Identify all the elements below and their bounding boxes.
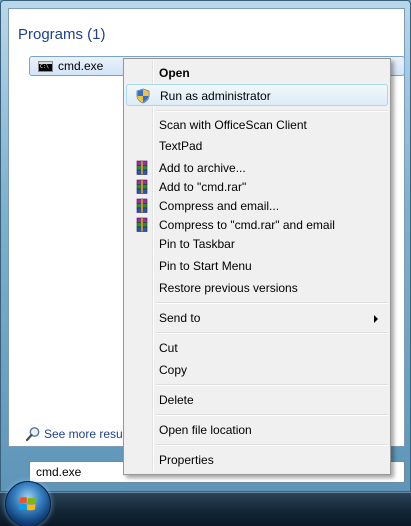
start-button[interactable] — [5, 481, 51, 526]
winrar-icon — [134, 198, 150, 214]
search-input-value: cmd.exe — [36, 465, 82, 479]
see-more-results-link[interactable]: See more results — [25, 425, 135, 443]
uac-shield-icon — [135, 88, 151, 104]
menu-item-open[interactable]: Open — [126, 62, 388, 84]
menu-item-open-file-location[interactable]: Open file location — [126, 419, 388, 441]
menu-item-label: Add to archive... — [159, 161, 246, 175]
menu-item-label: Properties — [159, 453, 214, 467]
windows-orb-icon — [19, 497, 36, 511]
winrar-icon — [134, 179, 150, 195]
menu-item-label: Compress to "cmd.rar" and email — [159, 218, 335, 232]
menu-item-label: Scan with OfficeScan Client — [159, 118, 307, 132]
menu-item-label: Delete — [159, 393, 194, 407]
context-menu: Open Run as administrator Scan with Offi… — [123, 58, 391, 475]
magnifier-icon — [25, 426, 41, 442]
menu-item-pin-to-taskbar[interactable]: Pin to Taskbar — [126, 233, 388, 255]
menu-separator — [156, 444, 388, 446]
menu-item-scan-officescan[interactable]: Scan with OfficeScan Client — [126, 114, 388, 136]
menu-item-label: Run as administrator — [160, 89, 271, 103]
menu-item-cut[interactable]: Cut — [126, 337, 388, 359]
menu-item-label: Open — [159, 66, 190, 80]
menu-item-label: Open file location — [159, 423, 252, 437]
menu-item-label: Cut — [159, 341, 178, 355]
submenu-arrow-icon — [374, 315, 378, 323]
menu-item-label: Send to — [159, 311, 201, 325]
menu-item-textpad[interactable]: TextPad — [126, 135, 388, 157]
result-item-label: cmd.exe — [58, 59, 104, 73]
menu-item-send-to[interactable]: Send to — [126, 307, 388, 329]
taskbar — [0, 492, 411, 526]
menu-separator — [156, 384, 388, 386]
menu-item-label: Pin to Start Menu — [159, 259, 252, 273]
menu-item-label: Add to "cmd.rar" — [159, 180, 247, 194]
menu-item-label: Pin to Taskbar — [159, 237, 235, 251]
menu-item-label: TextPad — [159, 139, 203, 153]
menu-item-run-as-administrator[interactable]: Run as administrator — [126, 84, 388, 106]
menu-item-properties[interactable]: Properties — [126, 449, 388, 471]
winrar-icon — [134, 217, 150, 233]
winrar-icon — [134, 160, 150, 176]
menu-separator — [156, 414, 388, 416]
menu-separator — [156, 332, 388, 334]
menu-separator — [156, 110, 388, 112]
menu-item-copy[interactable]: Copy — [126, 359, 388, 381]
menu-item-delete[interactable]: Delete — [126, 389, 388, 411]
cmd-icon — [38, 61, 53, 72]
menu-item-restore-previous-versions[interactable]: Restore previous versions — [126, 277, 388, 299]
menu-item-label: Copy — [159, 363, 188, 377]
menu-item-pin-to-start-menu[interactable]: Pin to Start Menu — [126, 255, 388, 277]
menu-item-label: Restore previous versions — [159, 281, 298, 295]
programs-header: Programs (1) — [18, 26, 106, 43]
see-more-results-label: See more results — [44, 427, 135, 441]
menu-item-label: Compress and email... — [159, 199, 280, 213]
menu-separator — [156, 302, 388, 304]
